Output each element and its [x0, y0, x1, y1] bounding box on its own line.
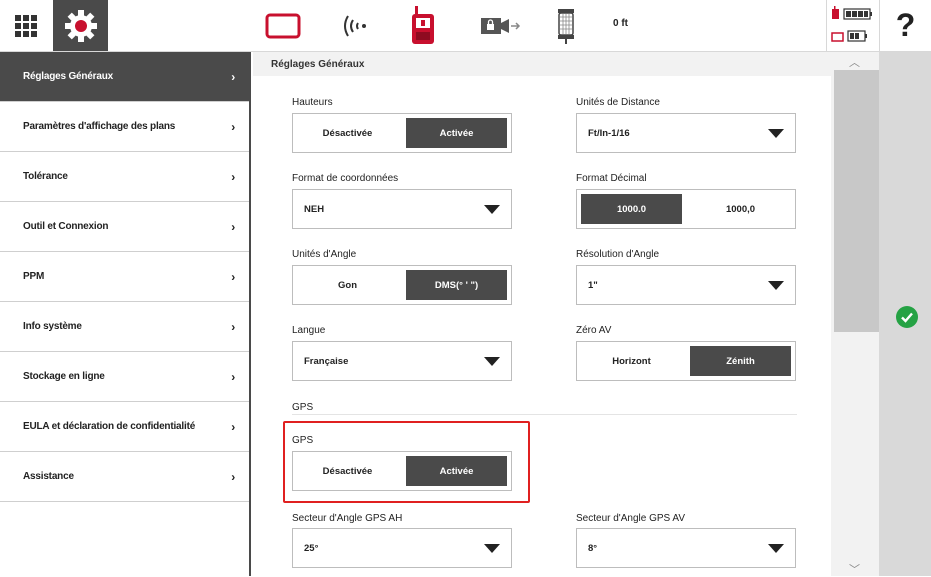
- decimal-comma-option[interactable]: 1000,0: [690, 194, 791, 224]
- scroll-down-icon[interactable]: ﹀: [849, 561, 860, 577]
- sidebar-item-label: Assistance: [23, 471, 74, 482]
- angle-gon-option[interactable]: Gon: [297, 270, 398, 300]
- angle-unit-toggle: Gon DMS(° ' "): [292, 265, 512, 305]
- heights-on-option[interactable]: Activée: [406, 118, 507, 148]
- chevron-right-icon: ›: [231, 169, 235, 184]
- prism-icon[interactable]: [554, 6, 578, 46]
- zero-horizont-option[interactable]: Horizont: [581, 346, 682, 376]
- chevron-right-icon: ›: [231, 369, 235, 384]
- settings-gear-button[interactable]: [53, 0, 108, 51]
- sidebar-item-system-info[interactable]: Info système ›: [0, 302, 249, 352]
- sidebar-item-general-settings[interactable]: Réglages Généraux ›: [0, 52, 249, 102]
- chevron-right-icon: ›: [231, 269, 235, 284]
- gps-toggle: Désactivée Activée: [292, 451, 512, 491]
- help-button[interactable]: ?: [879, 0, 931, 51]
- screen-battery-icon: [831, 32, 844, 42]
- language-dropdown[interactable]: Française: [292, 341, 512, 381]
- sidebar-item-plan-display[interactable]: Paramètres d'affichage des plans ›: [0, 102, 249, 152]
- sidebar-item-label: Outil et Connexion: [23, 221, 109, 232]
- page-title: Réglages Généraux: [271, 59, 365, 70]
- sidebar-item-assistance[interactable]: Assistance ›: [0, 452, 249, 502]
- language-label: Langue: [292, 325, 326, 336]
- sidebar-item-tolerance[interactable]: Tolérance ›: [0, 152, 249, 202]
- angle-resolution-value: 1": [588, 280, 598, 291]
- sidebar-item-label: Stockage en ligne: [23, 371, 105, 382]
- distance-readout: 0 ft: [613, 18, 628, 29]
- gps-section-heading: GPS: [292, 402, 314, 413]
- camera-lock-icon[interactable]: [479, 6, 521, 46]
- zero-av-toggle: Horizont Zénith: [576, 341, 796, 381]
- gps-on-option[interactable]: Activée: [406, 456, 507, 486]
- sidebar-item-label: Paramètres d'affichage des plans: [23, 121, 176, 132]
- checkmark-icon: [901, 312, 913, 323]
- coord-format-value: NEH: [304, 204, 325, 215]
- signal-icon[interactable]: [340, 6, 370, 46]
- language-value: Française: [304, 356, 349, 367]
- dropdown-arrow-icon: [768, 544, 784, 553]
- dropdown-arrow-icon: [484, 357, 500, 366]
- distance-unit-value: Ft/In-1/16: [588, 128, 630, 139]
- gps-av-dropdown[interactable]: 8°: [576, 528, 796, 568]
- distance-unit-label: Unités de Distance: [576, 97, 660, 108]
- sidebar-item-label: PPM: [23, 271, 45, 282]
- gps-ah-value: 25°: [304, 543, 319, 554]
- gps-ah-label: Secteur d'Angle GPS AH: [292, 513, 403, 524]
- dropdown-arrow-icon: [484, 544, 500, 553]
- coord-format-label: Format de coordonnées: [292, 173, 399, 184]
- gps-av-label: Secteur d'Angle GPS AV: [576, 513, 686, 524]
- gps-off-option[interactable]: Désactivée: [297, 456, 398, 486]
- top-toolbar: 0 ft ?: [0, 0, 931, 52]
- decimal-format-label: Format Décimal: [576, 173, 647, 184]
- chevron-right-icon: ›: [231, 69, 235, 84]
- heights-off-option[interactable]: Désactivée: [297, 118, 398, 148]
- confirm-check-button[interactable]: [896, 306, 918, 328]
- gps-label: GPS: [292, 435, 314, 446]
- scrollbar-thumb[interactable]: [834, 70, 879, 332]
- chevron-right-icon: ›: [231, 119, 235, 134]
- angle-resolution-dropdown[interactable]: 1": [576, 265, 796, 305]
- sidebar-item-ppm[interactable]: PPM ›: [0, 252, 249, 302]
- dropdown-arrow-icon: [484, 205, 500, 214]
- sidebar-item-label: Tolérance: [23, 171, 68, 182]
- dropdown-arrow-icon: [768, 281, 784, 290]
- scroll-up-icon[interactable]: ︿: [849, 54, 860, 70]
- zero-zenith-option[interactable]: Zénith: [690, 346, 791, 376]
- sidebar-item-online-storage[interactable]: Stockage en ligne ›: [0, 352, 249, 402]
- gear-icon: [64, 9, 97, 42]
- distance-unit-dropdown[interactable]: Ft/In-1/16: [576, 113, 796, 153]
- chevron-right-icon: ›: [231, 219, 235, 234]
- section-divider: [292, 414, 797, 415]
- chevron-right-icon: ›: [231, 419, 235, 434]
- coord-format-dropdown[interactable]: NEH: [292, 189, 512, 229]
- battery-status: [826, 0, 878, 51]
- gps-av-value: 8°: [588, 543, 598, 554]
- sidebar-item-label: EULA et déclaration de confidentialité: [23, 421, 196, 432]
- settings-sidebar: Réglages Généraux › Paramètres d'afficha…: [0, 52, 251, 576]
- sidebar-item-label: Info système: [23, 321, 82, 332]
- sidebar-item-eula[interactable]: EULA et déclaration de confidentialité ›: [0, 402, 249, 452]
- decimal-format-toggle: 1000.0 1000,0: [576, 189, 796, 229]
- dropdown-arrow-icon: [768, 129, 784, 138]
- angle-unit-label: Unités d'Angle: [292, 249, 357, 260]
- heights-label: Hauteurs: [292, 97, 333, 108]
- controller-battery-icon: [832, 9, 839, 19]
- heights-toggle: Désactivée Activée: [292, 113, 512, 153]
- sidebar-item-label: Réglages Généraux: [23, 71, 113, 82]
- chevron-right-icon: ›: [231, 319, 235, 334]
- gps-ah-dropdown[interactable]: 25°: [292, 528, 512, 568]
- screen-icon[interactable]: [265, 6, 301, 46]
- angle-dms-option[interactable]: DMS(° ' "): [406, 270, 507, 300]
- controller-icon[interactable]: [409, 6, 437, 46]
- chevron-right-icon: ›: [231, 469, 235, 484]
- decimal-point-option[interactable]: 1000.0: [581, 194, 682, 224]
- grid-menu-icon[interactable]: [0, 0, 52, 51]
- sidebar-item-tool-connection[interactable]: Outil et Connexion ›: [0, 202, 249, 252]
- zero-av-label: Zéro AV: [576, 325, 612, 336]
- angle-resolution-label: Résolution d'Angle: [576, 249, 660, 260]
